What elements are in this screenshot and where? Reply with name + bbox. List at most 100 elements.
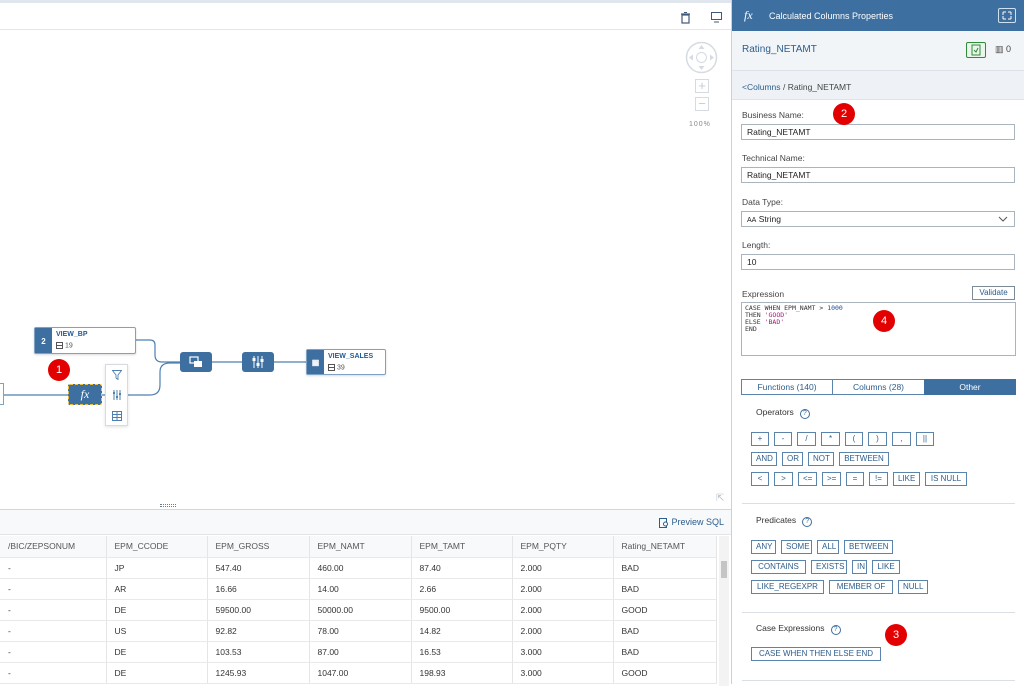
predicates-row1-button[interactable]: BETWEEN	[844, 540, 893, 554]
operators-row1-button[interactable]: -	[774, 432, 792, 446]
preview-sql-button[interactable]: Preview SQL	[659, 517, 724, 528]
column-header[interactable]: EPM_PQTY	[512, 536, 614, 558]
scrollbar-thumb[interactable]	[721, 561, 727, 578]
operators-row3-button[interactable]: >	[774, 472, 793, 486]
operators-row3-button[interactable]: !=	[869, 472, 888, 486]
table-cell: 2.000	[512, 578, 614, 600]
fullscreen-icon[interactable]	[998, 8, 1016, 23]
predicates-row2-button[interactable]: IN	[852, 560, 867, 574]
operators-row1-button[interactable]: ||	[916, 432, 934, 446]
data-type-label: Data Type:	[742, 197, 783, 207]
operators-row2-button[interactable]: OR	[782, 452, 803, 466]
column-header[interactable]: EPM_CCODE	[106, 536, 208, 558]
operators-row3-button[interactable]: >=	[822, 472, 841, 486]
view-bp-node[interactable]: 2 VIEW_BP 19	[34, 327, 136, 354]
table-row[interactable]: - US 92.82 78.00 14.82 2.000 BAD	[0, 620, 717, 642]
operators-row3-button[interactable]: <	[751, 472, 769, 486]
table-cell: 460.00	[309, 557, 412, 579]
column-header[interactable]: EPM_GROSS	[207, 536, 310, 558]
data-preview-grid: Preview SQL /BIC/ZEPSONUM EPM_CCODE EPM_…	[0, 509, 731, 686]
operators-row2-button[interactable]: AND	[751, 452, 777, 466]
predicates-row3-button[interactable]: MEMBER OF	[829, 580, 893, 594]
filter-icon[interactable]	[111, 370, 123, 382]
view-sales-node[interactable]: ▦ VIEW_SALES 39	[306, 349, 386, 375]
grid-scrollbar[interactable]	[719, 536, 729, 686]
breadcrumb-current: / Rating_NETAMT	[783, 82, 852, 92]
data-type-select[interactable]: AA String	[741, 211, 1015, 227]
operators-row1-button[interactable]: (	[845, 432, 863, 446]
properties-panel: fx Calculated Columns Properties Rating_…	[731, 0, 1024, 684]
operators-row2-button[interactable]: BETWEEN	[839, 452, 889, 466]
operators-row1-button[interactable]: /	[797, 432, 816, 446]
partial-source-node[interactable]	[0, 383, 4, 405]
predicates-row1-button[interactable]: ALL	[817, 540, 839, 554]
operators-row1-button[interactable]: ,	[892, 432, 911, 446]
graphical-view-canvas[interactable]: + − 100% 2 VIEW_BP 19 fx ▦ VIEW_SALES 39…	[0, 0, 731, 509]
length-input[interactable]: 10	[741, 254, 1015, 270]
predicates-row3-button[interactable]: LIKE_REGEXPR	[751, 580, 824, 594]
table-cell: 87.00	[309, 641, 412, 663]
operators-row1-button[interactable]: +	[751, 432, 769, 446]
predicates-row1-button[interactable]: SOME	[781, 540, 812, 554]
table-preview-icon[interactable]	[112, 411, 122, 423]
divider	[742, 612, 1015, 613]
tab-columns[interactable]: Columns (28)	[832, 379, 925, 395]
table-cell: 87.40	[411, 557, 513, 579]
operators-row1-button[interactable]: )	[868, 432, 887, 446]
table-row[interactable]: - DE 59500.00 50000.00 9500.00 2.000 GOOD	[0, 599, 717, 621]
breadcrumb-columns-link[interactable]: <Columns	[742, 82, 781, 92]
help-icon[interactable]: ?	[799, 409, 810, 419]
zoom-out-icon[interactable]: −	[695, 97, 709, 111]
help-icon[interactable]: ?	[830, 625, 841, 635]
projection-node[interactable]	[242, 352, 274, 372]
validate-button[interactable]: Validate	[972, 286, 1015, 300]
canvas-toolbar	[0, 0, 731, 30]
column-header[interactable]: EPM_NAMT	[309, 536, 412, 558]
tab-functions[interactable]: Functions (140)	[741, 379, 833, 395]
column-header[interactable]: Rating_NETAMT	[613, 536, 717, 558]
table-cell: 2.000	[512, 557, 614, 579]
calculated-column-node[interactable]: fx	[68, 384, 102, 405]
projection-icon[interactable]	[112, 390, 122, 402]
case-when-button[interactable]: CASE WHEN THEN ELSE END	[751, 647, 881, 661]
tab-other[interactable]: Other	[924, 379, 1016, 395]
monitor-icon[interactable]	[710, 12, 722, 24]
table-cell: 2.000	[512, 620, 614, 642]
operators-row1-button[interactable]: *	[821, 432, 840, 446]
table-row[interactable]: - DE 1245.93 1047.00 198.93 3.000 GOOD	[0, 662, 717, 684]
predicates-row2-button[interactable]: LIKE	[872, 560, 900, 574]
predicates-row2-button[interactable]: CONTAINS	[751, 560, 806, 574]
operators-row3-button[interactable]: =	[846, 472, 864, 486]
operators-row3-button[interactable]: IS NULL	[925, 472, 967, 486]
table-cell: DE	[106, 641, 208, 663]
splitter-handle[interactable]	[160, 504, 176, 507]
help-icon[interactable]: ?	[802, 517, 813, 527]
validate-status-icon[interactable]	[966, 42, 986, 58]
table-cell: -	[0, 557, 107, 579]
pan-control-icon[interactable]	[685, 41, 718, 76]
trash-icon[interactable]	[679, 12, 691, 24]
table-cell: -	[0, 620, 107, 642]
resize-corner-icon[interactable]: ⇱	[716, 493, 724, 504]
predicates-row2-button[interactable]: EXISTS	[811, 560, 847, 574]
operators-row3-button[interactable]: <=	[798, 472, 817, 486]
column-name-title: Rating_NETAMT	[742, 44, 817, 55]
union-node[interactable]	[180, 352, 212, 372]
predicates-row1-button[interactable]: ANY	[751, 540, 776, 554]
table-row[interactable]: - DE 103.53 87.00 16.53 3.000 BAD	[0, 641, 717, 663]
table-row[interactable]: - JP 547.40 460.00 87.40 2.000 BAD	[0, 557, 717, 579]
case-expressions-heading: Case Expressions?	[756, 623, 841, 635]
technical-name-input[interactable]: Rating_NETAMT	[741, 167, 1015, 183]
table-cell: 1245.93	[207, 662, 310, 684]
zoom-in-icon[interactable]: +	[695, 79, 709, 93]
table-cell: DE	[106, 662, 208, 684]
operators-row3-button[interactable]: LIKE	[893, 472, 920, 486]
column-header[interactable]: /BIC/ZEPSONUM	[0, 536, 107, 558]
panel-subheader: Rating_NETAMT ▥ 0	[732, 31, 1024, 71]
table-row[interactable]: - AR 16.66 14.00 2.66 2.000 BAD	[0, 578, 717, 600]
column-count: ▥ 0	[995, 44, 1012, 54]
predicates-row3-button[interactable]: NULL	[898, 580, 928, 594]
business-name-input[interactable]: Rating_NETAMT	[741, 124, 1015, 140]
column-header[interactable]: EPM_TAMT	[411, 536, 513, 558]
operators-row2-button[interactable]: NOT	[808, 452, 834, 466]
